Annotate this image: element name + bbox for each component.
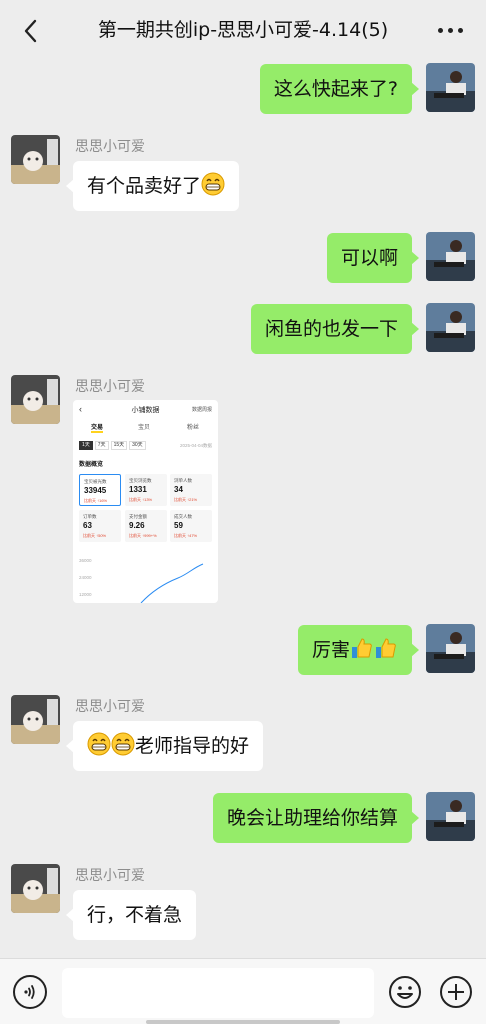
grin-emoji-icon — [111, 732, 135, 756]
self-avatar[interactable] — [426, 63, 475, 112]
back-button[interactable] — [14, 14, 48, 48]
stat-change: 比前天 ↑13% — [129, 497, 153, 502]
stat-change: 比前天 ↑21% — [174, 497, 198, 502]
voice-button[interactable] — [13, 975, 47, 1009]
screenshot-tab: 宝贝 — [138, 425, 151, 431]
self-avatar[interactable] — [426, 624, 475, 673]
sender-name: 思思小可爱 — [75, 868, 145, 884]
stat-change: 比前天 ↑47% — [174, 533, 198, 538]
stat-value: 1331 — [129, 485, 147, 494]
self-avatar[interactable] — [426, 232, 475, 281]
range-option: 7天 — [94, 441, 109, 450]
message-text: 老师指导的好 — [135, 735, 250, 757]
contact-avatar[interactable] — [11, 375, 60, 424]
stat-card: 宝贝被光数 33945 比前天 ↑16% — [79, 474, 121, 506]
stat-value: 63 — [83, 521, 92, 530]
message-bubble-self[interactable]: 厉害 — [297, 625, 420, 675]
stat-label: 宝贝浏览数 — [129, 478, 152, 483]
stat-card: 订单数 63 比前天 ↑50% — [79, 510, 121, 542]
grin-emoji-icon — [201, 172, 225, 196]
stat-card: 成交人数 59 比前天 ↑47% — [170, 510, 212, 542]
stat-label: 浏单人数 — [174, 478, 192, 483]
grin-emoji-icon — [87, 732, 111, 756]
self-avatar[interactable] — [426, 303, 475, 352]
message-text: 可以啊 — [340, 247, 398, 269]
stat-card: 浏单人数 34 比前天 ↑21% — [170, 474, 212, 506]
home-indicator — [146, 1020, 340, 1024]
message-bubble-self[interactable]: 可以啊 — [326, 233, 420, 283]
message-bubble-other[interactable]: 有个品卖好了 — [65, 161, 240, 211]
stat-value: 59 — [174, 521, 183, 530]
screenshot-section: 数据概览 — [79, 462, 104, 468]
chevron-left-icon — [24, 19, 37, 43]
stat-value: 34 — [174, 485, 183, 494]
trend-line — [140, 563, 204, 603]
input-bar — [0, 958, 486, 1024]
stat-card: 宝贝浏览数 1331 比前天 ↑13% — [125, 474, 167, 506]
thumbs-up-icon — [374, 636, 398, 660]
stat-value: 33945 — [84, 486, 107, 495]
message-bubble-other[interactable]: 行，不着急 — [65, 890, 197, 940]
chat-title: 第一期共创ip-思思小可爱-4.14(5) — [97, 19, 389, 41]
stat-value: 9.26 — [129, 521, 145, 530]
voice-wave-icon — [24, 985, 35, 999]
stat-label: 支付金额 — [129, 514, 147, 519]
message-text: 这么快起来了? — [273, 78, 398, 100]
sender-name: 思思小可爱 — [75, 139, 145, 155]
dot-icon — [457, 27, 463, 33]
contact-avatar[interactable] — [11, 864, 60, 913]
stat-card: 支付金额 9.26 比前天 ↑999+% — [125, 510, 167, 542]
sender-name: 思思小可爱 — [75, 379, 145, 395]
smiley-icon — [389, 976, 421, 1008]
dot-icon — [437, 27, 443, 33]
stat-label: 订单数 — [83, 514, 97, 519]
contact-avatar[interactable] — [11, 135, 60, 184]
plus-circle-icon — [440, 976, 472, 1008]
message-bubble-self[interactable]: 这么快起来了? — [259, 64, 420, 114]
dot-icon — [447, 27, 453, 33]
emoji-button[interactable] — [388, 975, 422, 1009]
screenshot-range: 1天 7天 15天 30天 — [79, 441, 146, 450]
thumbs-up-icon — [350, 636, 374, 660]
screenshot-date: 2025-04-04数据 — [179, 443, 212, 448]
screenshot-tab: 粉丝 — [187, 425, 200, 431]
range-option: 30天 — [129, 441, 146, 450]
screenshot-tab: 交易 — [91, 422, 104, 433]
stat-change: 比前天 ↑16% — [84, 498, 108, 503]
message-text: 行，不着急 — [87, 904, 183, 926]
message-input[interactable] — [62, 968, 374, 1018]
stat-label: 宝贝被光数 — [84, 479, 107, 484]
chat-header: 第一期共创ip-思思小可爱-4.14(5) — [0, 0, 486, 62]
screenshot-header-right: 数据周报 — [191, 407, 212, 413]
more-options-button[interactable] — [430, 16, 470, 44]
stat-change: 比前天 ↑50% — [83, 533, 107, 538]
message-bubble-self[interactable]: 晚会让助理给你结算 — [212, 793, 420, 843]
message-text: 有个品卖好了 — [87, 175, 202, 197]
message-bubble-self[interactable]: 闲鱼的也发一下 — [250, 304, 420, 354]
message-text: 晚会让助理给你结算 — [226, 807, 398, 829]
image-message[interactable]: ‹ 小铺数据 数据周报 交易 宝贝 粉丝 1天 7天 15天 30天 2025-… — [73, 400, 218, 603]
more-functions-button[interactable] — [439, 975, 473, 1009]
self-avatar[interactable] — [426, 792, 475, 841]
stat-change: 比前天 ↑999+% — [129, 533, 157, 538]
message-text: 闲鱼的也发一下 — [264, 318, 398, 340]
range-option: 15天 — [110, 441, 128, 450]
sender-name: 思思小可爱 — [75, 699, 145, 715]
contact-avatar[interactable] — [11, 695, 60, 744]
range-option: 1天 — [79, 441, 93, 450]
message-bubble-other[interactable]: 老师指导的好 — [65, 721, 264, 771]
stat-label: 成交人数 — [174, 514, 192, 519]
message-text: 厉害 — [311, 639, 350, 661]
screenshot-tabs: 交易 宝贝 粉丝 — [73, 422, 218, 434]
